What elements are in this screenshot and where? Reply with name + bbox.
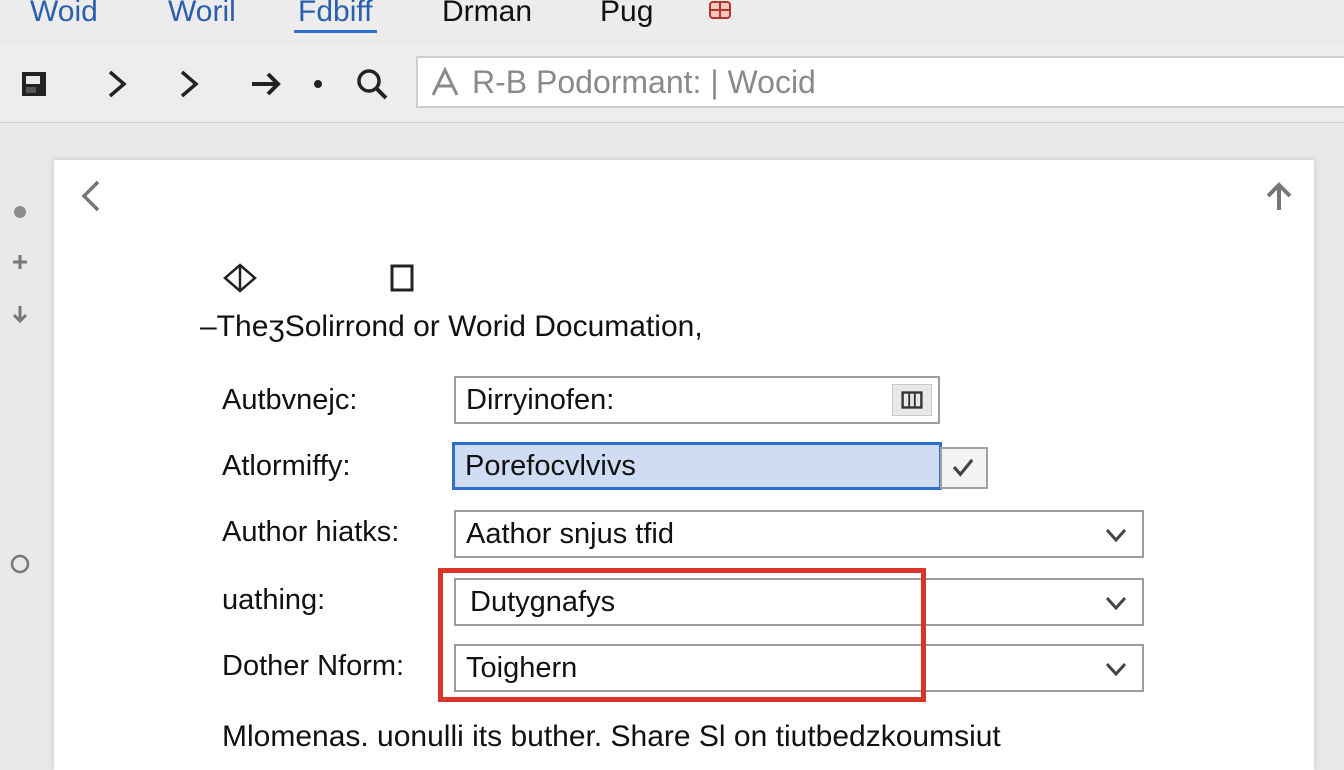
forward-icon[interactable] [168, 64, 208, 104]
arrow-right-icon[interactable] [246, 64, 286, 104]
search-icon[interactable] [352, 64, 392, 104]
circle-icon[interactable] [8, 552, 32, 576]
tab-woril[interactable]: Woril [168, 0, 236, 30]
address-text: R-B Podormant: | Wocid [472, 63, 816, 100]
tab-fdbiff[interactable]: Fdbiff [294, 0, 376, 33]
dropdown-field[interactable]: Toighern [454, 644, 1144, 692]
field-value: Dutygnafys [470, 585, 616, 618]
chevron-down-icon[interactable] [1104, 658, 1128, 680]
field-value: Dirryinofen: [466, 383, 615, 416]
field-label: Atlormiffy: [222, 450, 351, 482]
forward-icon[interactable] [96, 64, 136, 104]
tab-bar: Woid Woril Fdbiff Drman Pug [0, 0, 1344, 40]
selected-field[interactable]: Porefocvlvivs [452, 442, 942, 490]
dropdown-field[interactable]: Aathor snjus tfid [454, 510, 1144, 558]
chevron-down-icon[interactable] [1104, 592, 1128, 614]
chevron-down-icon[interactable] [1104, 524, 1128, 546]
arrow-down-icon[interactable] [8, 302, 32, 326]
tab-drman[interactable]: Drman [442, 0, 532, 30]
dot-icon[interactable] [14, 206, 26, 218]
document-title: –TheʒSolirrond or Worid Documation, [200, 310, 703, 343]
field-value: Aathor snjus tfid [466, 517, 674, 550]
grid-icon[interactable] [708, 0, 732, 22]
field-label: uathing: [222, 584, 326, 616]
dropdown-field[interactable]: Dutygnafys [454, 578, 1144, 626]
field-value: Toighern [466, 651, 578, 684]
text-field[interactable]: Dirryinofen: [454, 376, 940, 424]
browse-button[interactable] [892, 384, 932, 416]
square-icon[interactable] [388, 262, 424, 294]
font-icon [430, 66, 464, 97]
field-label: Dother Nform: [222, 650, 405, 682]
tab-woid[interactable]: Woid [30, 0, 98, 30]
tab-pug[interactable]: Pug [600, 0, 653, 30]
dot-icon[interactable] [298, 64, 338, 104]
save-icon[interactable] [14, 64, 54, 104]
field-value: Porefocvlvivs [465, 449, 636, 482]
plus-icon[interactable] [8, 250, 32, 274]
address-bar[interactable]: R-B Podormant: | Wocid [416, 56, 1344, 108]
check-button[interactable] [940, 447, 988, 489]
arrow-up-icon[interactable] [1262, 180, 1296, 212]
field-label: Author hiatks: [222, 516, 400, 548]
back-icon[interactable] [76, 178, 106, 214]
document-card: –TheʒSolirrond or Worid Documation, Autb… [54, 160, 1314, 770]
diamond-icon[interactable] [222, 262, 258, 294]
toolbar: R-B Podormant: | Wocid [0, 44, 1344, 123]
field-label: Autbvnejc: [222, 384, 358, 416]
footer-text: Mlomenas. uonulli its buther. Share Sl o… [222, 720, 1001, 753]
